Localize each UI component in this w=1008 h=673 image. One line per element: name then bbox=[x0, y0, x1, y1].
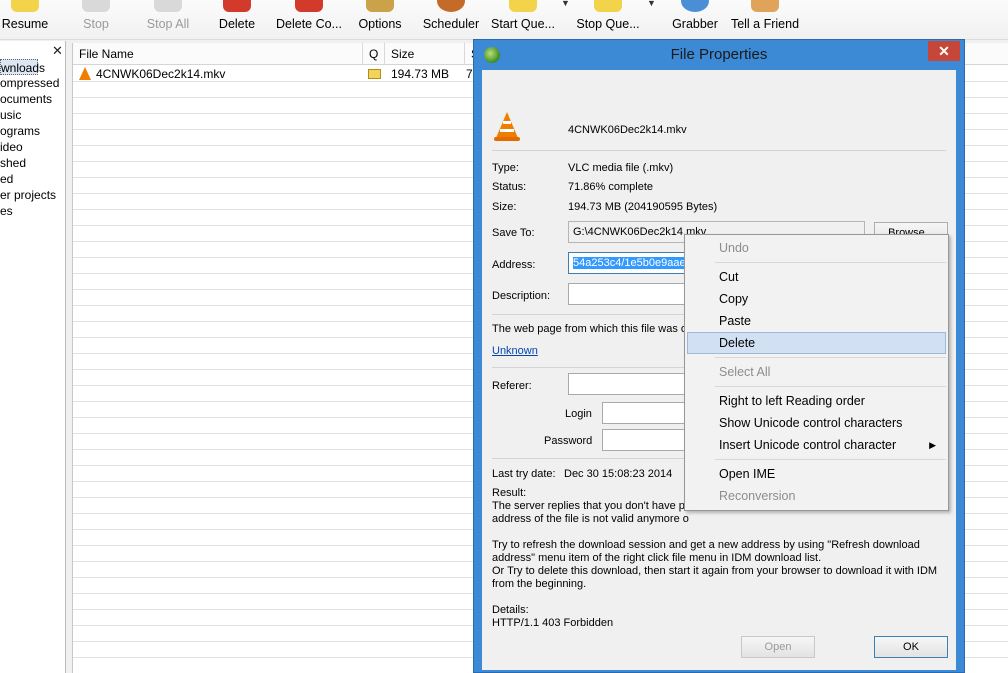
row-file-name: 4CNWK06Dec2k14.mkv bbox=[96, 67, 226, 81]
menu-separator bbox=[715, 262, 946, 263]
category-programs[interactable]: ograms bbox=[0, 123, 40, 139]
hint-text-3: Or Try to delete this download, then sta… bbox=[492, 565, 938, 577]
stop-queue-dropdown-icon[interactable]: ▼ bbox=[647, 0, 656, 8]
column-size[interactable]: Size bbox=[385, 43, 465, 65]
resume-button[interactable]: Resume bbox=[0, 0, 50, 40]
grabber-icon bbox=[681, 0, 709, 12]
category-finished[interactable]: shed bbox=[0, 155, 26, 171]
row-status: 7 bbox=[466, 67, 473, 81]
menu-item-paste[interactable]: Paste bbox=[687, 310, 946, 332]
hint-text-1: Try to refresh the download session and … bbox=[492, 539, 920, 551]
options-button[interactable]: Options bbox=[352, 0, 408, 40]
menu-item-insert-unicode[interactable]: Insert Unicode control character ▶ bbox=[687, 434, 946, 456]
delete-icon bbox=[223, 0, 251, 12]
menu-item-undo[interactable]: Undo bbox=[687, 237, 946, 259]
vlc-icon bbox=[79, 67, 91, 80]
password-label: Password bbox=[544, 435, 593, 447]
description-label: Description: bbox=[492, 290, 551, 302]
tell-a-friend-button[interactable]: Tell a Friend bbox=[730, 0, 800, 40]
hint-text-4: from the beginning. bbox=[492, 578, 587, 590]
last-try-label: Last try date: bbox=[492, 468, 556, 480]
category-music[interactable]: usic bbox=[0, 107, 21, 123]
stop-button[interactable]: Stop bbox=[72, 0, 120, 40]
delete-completed-icon bbox=[295, 0, 323, 12]
ok-button[interactable]: OK bbox=[874, 636, 948, 658]
menu-item-select-all[interactable]: Select All bbox=[687, 361, 946, 383]
delete-button[interactable]: Delete bbox=[214, 0, 260, 40]
save-to-label: Save To: bbox=[492, 227, 535, 239]
scheduler-button[interactable]: Scheduler bbox=[420, 0, 482, 40]
categories-panel: ✕ wnloads ompressed ocuments usic ograms… bbox=[0, 41, 66, 673]
hint-text-2: address" menu item of the right click fi… bbox=[492, 552, 822, 564]
menu-item-show-unicode[interactable]: Show Unicode control characters bbox=[687, 412, 946, 434]
category-compressed[interactable]: ompressed bbox=[0, 75, 59, 91]
category-queues[interactable]: es bbox=[0, 203, 13, 219]
category-documents[interactable]: ocuments bbox=[0, 91, 52, 107]
menu-item-rtl-reading-order[interactable]: Right to left Reading order bbox=[687, 390, 946, 412]
menu-item-cut[interactable]: Cut bbox=[687, 266, 946, 288]
stop-icon bbox=[82, 0, 110, 12]
menu-item-open-ime[interactable]: Open IME bbox=[687, 463, 946, 485]
menu-item-delete[interactable]: Delete bbox=[687, 332, 946, 354]
status-value: 71.86% complete bbox=[568, 181, 653, 193]
category-video[interactable]: ideo bbox=[0, 139, 23, 155]
stop-queue-icon bbox=[594, 0, 622, 12]
file-name: 4CNWK06Dec2k14.mkv bbox=[568, 124, 687, 136]
referer-label: Referer: bbox=[492, 380, 532, 392]
column-queue[interactable]: Q bbox=[363, 43, 385, 65]
delete-completed-button[interactable]: Delete Co... bbox=[272, 0, 346, 40]
stop-all-icon bbox=[154, 0, 182, 12]
start-queue-icon bbox=[509, 0, 537, 12]
unknown-link[interactable]: Unknown bbox=[492, 345, 538, 357]
status-label: Status: bbox=[492, 181, 527, 193]
menu-separator bbox=[715, 386, 946, 387]
menu-separator bbox=[715, 459, 946, 460]
stop-queue-button[interactable]: Stop Que... bbox=[576, 0, 640, 40]
dialog-title: File Properties bbox=[670, 46, 768, 63]
size-value: 194.73 MB (204190595 Bytes) bbox=[568, 201, 718, 213]
start-queue-dropdown-icon[interactable]: ▼ bbox=[561, 0, 570, 8]
stop-all-button[interactable]: Stop All bbox=[140, 0, 196, 40]
context-menu: Undo Cut Copy Paste Delete Select All Ri… bbox=[684, 234, 949, 511]
menu-item-reconversion[interactable]: Reconversion bbox=[687, 485, 946, 507]
resume-icon bbox=[11, 0, 39, 12]
result-label: Result: bbox=[492, 487, 527, 499]
size-label: Size: bbox=[492, 201, 517, 213]
address-label: Address: bbox=[492, 259, 536, 271]
clock-icon bbox=[437, 0, 465, 12]
tell-friend-icon bbox=[751, 0, 779, 12]
divider bbox=[492, 150, 946, 151]
details-label: Details: bbox=[492, 604, 529, 616]
menu-item-copy[interactable]: Copy bbox=[687, 288, 946, 310]
column-file-name[interactable]: File Name bbox=[73, 43, 363, 65]
options-icon bbox=[366, 0, 394, 12]
grabber-button[interactable]: Grabber bbox=[668, 0, 722, 40]
row-size: 194.73 MB bbox=[391, 67, 450, 81]
category-unfinished[interactable]: ed bbox=[0, 171, 13, 187]
result-text-1: The server replies that you don't have p bbox=[492, 500, 685, 512]
category-downloads[interactable]: wnloads bbox=[0, 59, 45, 75]
login-label: Login bbox=[565, 408, 592, 420]
start-queue-button[interactable]: Start Que... bbox=[490, 0, 556, 40]
webpage-text: The web page from which this file was ol bbox=[492, 323, 690, 335]
menu-separator bbox=[715, 357, 946, 358]
vlc-icon bbox=[494, 112, 522, 142]
category-grabber-projects[interactable]: er projects bbox=[0, 187, 56, 203]
close-icon[interactable]: ✕ bbox=[52, 43, 63, 59]
last-try-value: Dec 30 15:08:23 2014 bbox=[564, 468, 673, 480]
close-button[interactable]: ✕ bbox=[928, 41, 960, 61]
result-text-2: address of the file is not valid anymore… bbox=[492, 513, 689, 525]
details-value: HTTP/1.1 403 Forbidden bbox=[492, 617, 614, 629]
type-label: Type: bbox=[492, 162, 519, 174]
toolbar: Resume Stop Stop All Delete Delete Co...… bbox=[0, 0, 1008, 40]
submenu-arrow-icon: ▶ bbox=[929, 440, 936, 450]
idm-window: Resume Stop Stop All Delete Delete Co...… bbox=[0, 0, 1008, 673]
open-button[interactable]: Open bbox=[741, 636, 815, 658]
queue-icon bbox=[368, 69, 381, 79]
type-value: VLC media file (.mkv) bbox=[568, 162, 674, 174]
menu-item-label: Insert Unicode control character bbox=[719, 438, 897, 452]
